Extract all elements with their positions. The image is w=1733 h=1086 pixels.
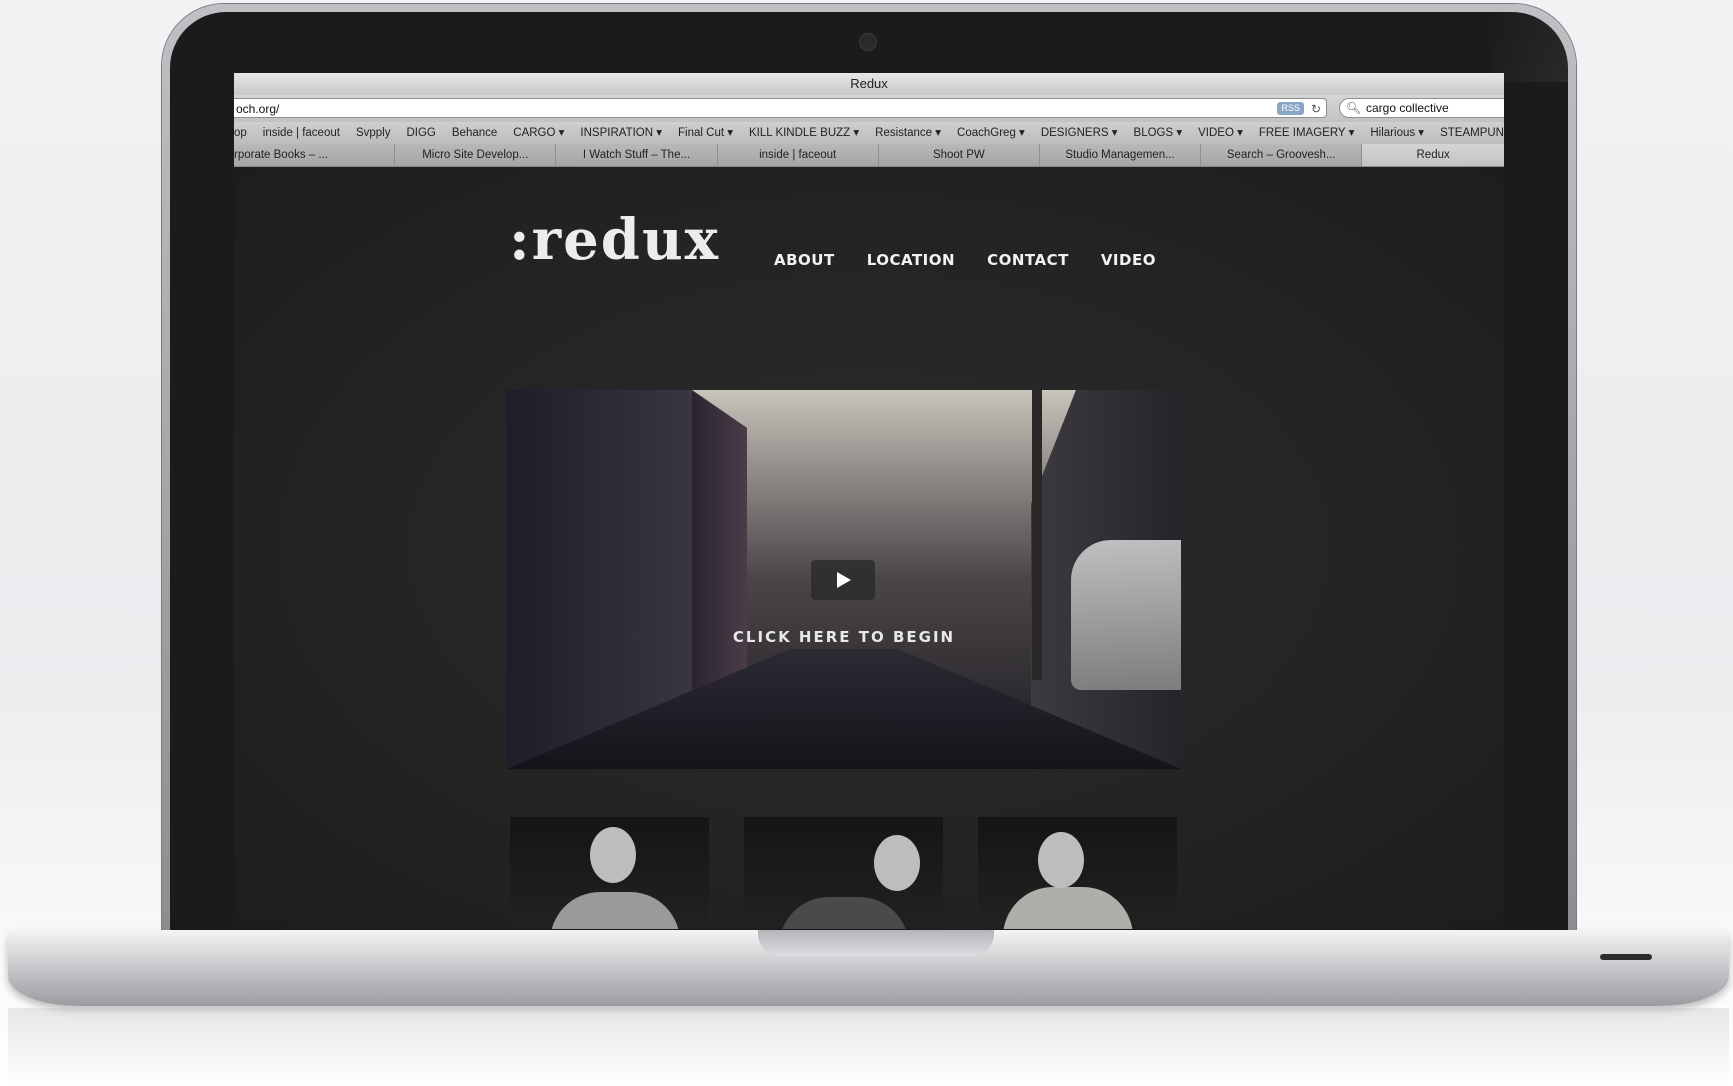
nav-location[interactable]: LOCATION: [867, 251, 955, 269]
bookmark-item[interactable]: Behance: [452, 122, 497, 144]
video-thumbnails: [510, 817, 1177, 929]
browser-screen: Redux och.org/ RSS ↻ 🔍︎ cargo collective…: [234, 73, 1504, 929]
bookmark-item[interactable]: Hilarious ▾: [1370, 122, 1424, 144]
search-input[interactable]: 🔍︎ cargo collective: [1339, 98, 1504, 118]
person-image: [590, 827, 636, 883]
camera-icon: [859, 33, 877, 51]
video-thumbnail[interactable]: [978, 817, 1177, 929]
nav-about[interactable]: ABOUT: [774, 251, 835, 269]
bookmark-item[interactable]: inside | faceout: [263, 122, 340, 144]
tab-active[interactable]: Redux: [1362, 144, 1504, 166]
tab[interactable]: Search – Groovesh...: [1201, 144, 1363, 166]
bookmark-item[interactable]: Resistance ▾: [875, 122, 941, 144]
bookmark-item[interactable]: CARGO ▾: [513, 122, 564, 144]
search-icon: 🔍︎: [1346, 101, 1362, 115]
rss-icon[interactable]: RSS: [1277, 102, 1304, 115]
search-text: cargo collective: [1366, 101, 1449, 115]
laptop-notch: [758, 930, 994, 956]
reload-icon[interactable]: ↻: [1311, 99, 1321, 119]
bookmark-item[interactable]: DESIGNERS ▾: [1041, 122, 1118, 144]
person-image: [550, 892, 680, 929]
video-player[interactable]: CLICK HERE TO BEGIN: [507, 390, 1181, 769]
web-page: :redux ABOUT LOCATION CONTACT VIDEO CLIC…: [234, 167, 1504, 929]
site-nav: ABOUT LOCATION CONTACT VIDEO: [774, 251, 1188, 269]
bookmark-item[interactable]: DIGG: [406, 122, 435, 144]
window-title: Redux: [234, 73, 1504, 95]
bookmark-item[interactable]: STEAMPUNK ▾: [1440, 122, 1504, 144]
video-thumbnail[interactable]: [744, 817, 943, 929]
video-cta[interactable]: CLICK HERE TO BEGIN: [507, 628, 1181, 646]
tab[interactable]: Shoot PW: [878, 144, 1040, 166]
url-text: och.org/: [236, 102, 280, 116]
tab[interactable]: inside | faceout: [717, 144, 879, 166]
bookmark-item[interactable]: CoachGreg ▾: [957, 122, 1025, 144]
laptop-base: [8, 930, 1729, 1006]
tab[interactable]: I Watch Stuff – The...: [556, 144, 718, 166]
bookmark-item[interactable]: VIDEO ▾: [1198, 122, 1243, 144]
bookmarks-bar: op inside | faceout Svpply DIGG Behance CARGO…: [234, 122, 1504, 144]
bookmark-item[interactable]: BLOGS ▾: [1134, 122, 1183, 144]
url-field[interactable]: och.org/ RSS ↻: [234, 98, 1327, 118]
nav-video[interactable]: VIDEO: [1101, 251, 1156, 269]
bookmark-item[interactable]: KILL KINDLE BUZZ ▾: [749, 122, 859, 144]
play-icon[interactable]: [811, 560, 875, 600]
person-image: [779, 897, 909, 929]
person-image: [874, 835, 920, 891]
sleep-indicator: [1600, 954, 1652, 960]
bookmark-item[interactable]: INSPIRATION ▾: [580, 122, 662, 144]
bezel-glare: [1490, 12, 1568, 82]
address-row: och.org/ RSS ↻ 🔍︎ cargo collective: [234, 95, 1504, 122]
bookmark-item[interactable]: Svpply: [356, 122, 391, 144]
tab[interactable]: Studio Managemen...: [1039, 144, 1202, 166]
nav-contact[interactable]: CONTACT: [987, 251, 1069, 269]
tab[interactable]: Micro Site Develop...: [395, 144, 557, 166]
tab-bar: rporate Books – ... Micro Site Develop..…: [234, 144, 1504, 167]
bookmark-item[interactable]: op: [234, 122, 247, 144]
bookmark-item[interactable]: FREE IMAGERY ▾: [1259, 122, 1354, 144]
video-thumbnail[interactable]: [510, 817, 709, 929]
site-logo[interactable]: :redux: [509, 207, 720, 273]
person-image: [1003, 887, 1133, 929]
reflection: [8, 1008, 1729, 1086]
video-scene-car: [1071, 540, 1181, 690]
tab[interactable]: rporate Books – ...: [234, 144, 396, 166]
bookmark-item[interactable]: Final Cut ▾: [678, 122, 733, 144]
person-image: [1038, 832, 1084, 888]
